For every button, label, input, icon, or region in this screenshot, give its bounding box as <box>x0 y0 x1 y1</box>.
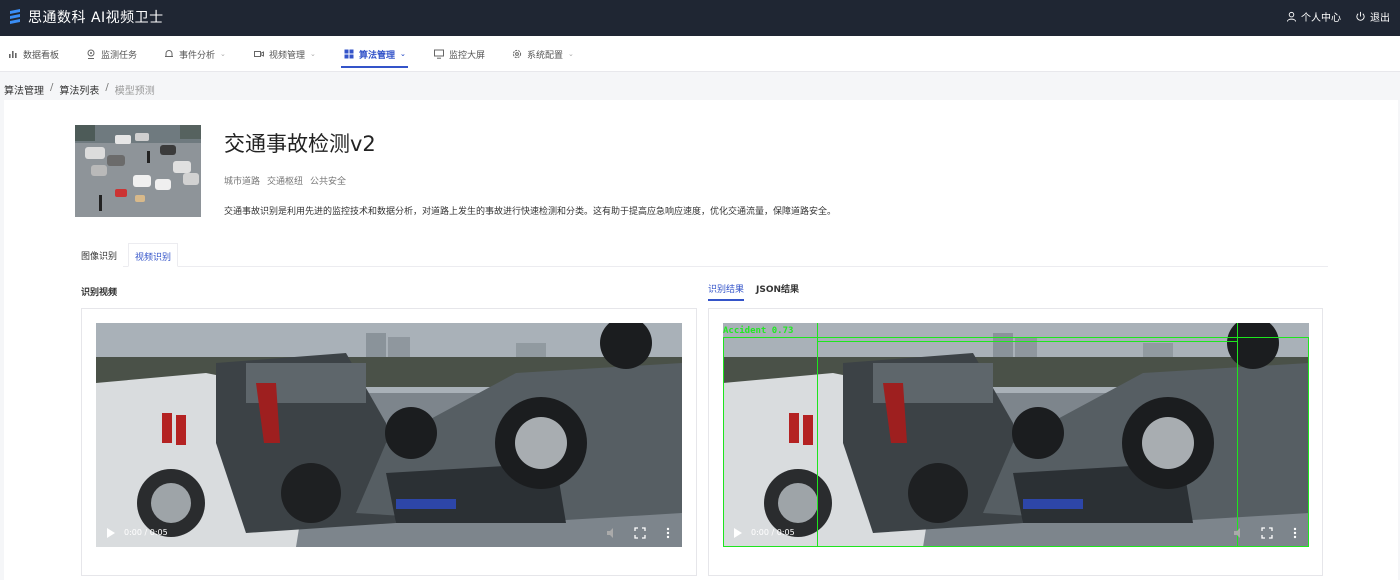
logout-label: 退出 <box>1370 13 1390 24</box>
bell-icon <box>165 50 173 57</box>
input-video-panel: 0:00 / 0:05 <box>81 308 697 576</box>
tab-image-recognition[interactable]: 图像识别 <box>75 243 124 267</box>
video-icon <box>254 51 264 57</box>
play-icon[interactable] <box>733 527 743 539</box>
algorithm-description: 交通事故识别是利用先进的监控技术和数据分析，对道路上发生的事故进行快速检测和分类… <box>224 207 837 217</box>
app-title: 思通数科 AI视频卫士 <box>28 10 164 26</box>
bar-chart-icon <box>9 51 17 58</box>
more-options-icon[interactable] <box>1293 527 1297 539</box>
fullscreen-icon[interactable] <box>634 527 646 539</box>
top-header: 思通数科 AI视频卫士 个人中心 退出 <box>0 0 1400 36</box>
play-icon[interactable] <box>106 527 116 539</box>
nav-label: 算法管理 <box>359 50 396 61</box>
tab-video-recognition[interactable]: 视频识别 <box>128 243 179 267</box>
breadcrumb-current: 模型预测 <box>114 86 155 97</box>
breadcrumb-item[interactable]: 算法管理 <box>4 82 44 97</box>
user-icon <box>1286 11 1297 22</box>
settings-icon <box>512 49 522 59</box>
profile-link[interactable]: 个人中心 <box>1286 9 1341 24</box>
nav-label: 事件分析 <box>179 50 216 61</box>
breadcrumb-separator: / <box>105 82 109 93</box>
detection-box <box>817 341 1238 547</box>
input-video-label: 识别视频 <box>81 288 118 298</box>
breadcrumb: 算法管理 / 算法列表 / 模型预测 <box>4 82 155 97</box>
app-logo-icon <box>10 9 20 24</box>
logout-link[interactable]: 退出 <box>1355 9 1390 24</box>
nav-item-tasks[interactable]: 监测任务 <box>86 36 137 72</box>
tab-json-result[interactable]: JSON结果 <box>756 282 799 301</box>
nav-label: 视频管理 <box>269 50 306 61</box>
tag: 城市道路 <box>224 177 261 187</box>
nav-item-settings[interactable]: 系统配置 ⌄ <box>512 36 574 72</box>
detection-label: Accident 0.73 <box>723 326 794 336</box>
algorithm-tags: 城市道路 交通枢纽 公共安全 <box>224 174 346 187</box>
nav-label: 数据看板 <box>23 50 60 61</box>
video-controls: 0:00 / 0:05 <box>723 523 1309 547</box>
result-video-player[interactable]: Accident 0.73 0:00 / 0:05 <box>723 323 1309 547</box>
breadcrumb-separator: / <box>50 82 54 93</box>
recognition-tabs: 图像识别 视频识别 <box>75 243 1328 267</box>
power-icon <box>1356 11 1365 21</box>
chevron-down-icon: ⌄ <box>568 50 574 58</box>
algorithm-title: 交通事故检测v2 <box>224 132 376 156</box>
monitor-icon <box>434 49 444 59</box>
result-video-panel: Accident 0.73 0:00 / 0:05 <box>708 308 1323 576</box>
input-video-player[interactable]: 0:00 / 0:05 <box>96 323 682 547</box>
main-nav: 数据看板 监测任务 事件分析 ⌄ 视频管理 ⌄ 算法管理 ⌄ 监控大屏 系统配置… <box>0 36 1400 72</box>
camera-icon <box>87 49 95 59</box>
tag: 公共安全 <box>310 177 347 187</box>
algorithm-thumbnail <box>75 125 201 217</box>
grid-icon <box>344 49 354 59</box>
nav-item-events[interactable]: 事件分析 ⌄ <box>164 36 226 72</box>
fullscreen-icon[interactable] <box>1261 527 1273 539</box>
accident-scene-frame <box>96 323 682 547</box>
volume-icon[interactable] <box>1233 527 1245 539</box>
video-controls: 0:00 / 0:05 <box>96 523 682 547</box>
nav-label: 监控大屏 <box>449 50 486 61</box>
breadcrumb-item[interactable]: 算法列表 <box>59 82 99 97</box>
nav-label: 系统配置 <box>527 50 564 61</box>
more-options-icon[interactable] <box>666 527 670 539</box>
nav-item-dashboard[interactable]: 数据看板 <box>8 36 59 72</box>
video-time: 0:00 / 0:05 <box>751 528 795 537</box>
nav-label: 监测任务 <box>101 50 138 61</box>
traffic-scene-image <box>75 125 201 217</box>
tab-recognition-result[interactable]: 识别结果 <box>708 282 745 301</box>
tag: 交通枢纽 <box>267 177 304 187</box>
chevron-down-icon: ⌄ <box>220 50 226 58</box>
main-content: 交通事故检测v2 城市道路 交通枢纽 公共安全 交通事故识别是利用先进的监控技术… <box>4 100 1398 580</box>
volume-icon[interactable] <box>606 527 618 539</box>
video-time: 0:00 / 0:05 <box>124 528 168 537</box>
chevron-down-icon: ⌄ <box>400 50 406 58</box>
chevron-down-icon: ⌄ <box>310 50 316 58</box>
nav-item-video[interactable]: 视频管理 ⌄ <box>254 36 316 72</box>
nav-active-indicator <box>341 66 408 68</box>
result-tabs: 识别结果 JSON结果 <box>708 282 799 301</box>
profile-label: 个人中心 <box>1301 13 1341 24</box>
nav-item-big-screen[interactable]: 监控大屏 <box>434 36 485 72</box>
